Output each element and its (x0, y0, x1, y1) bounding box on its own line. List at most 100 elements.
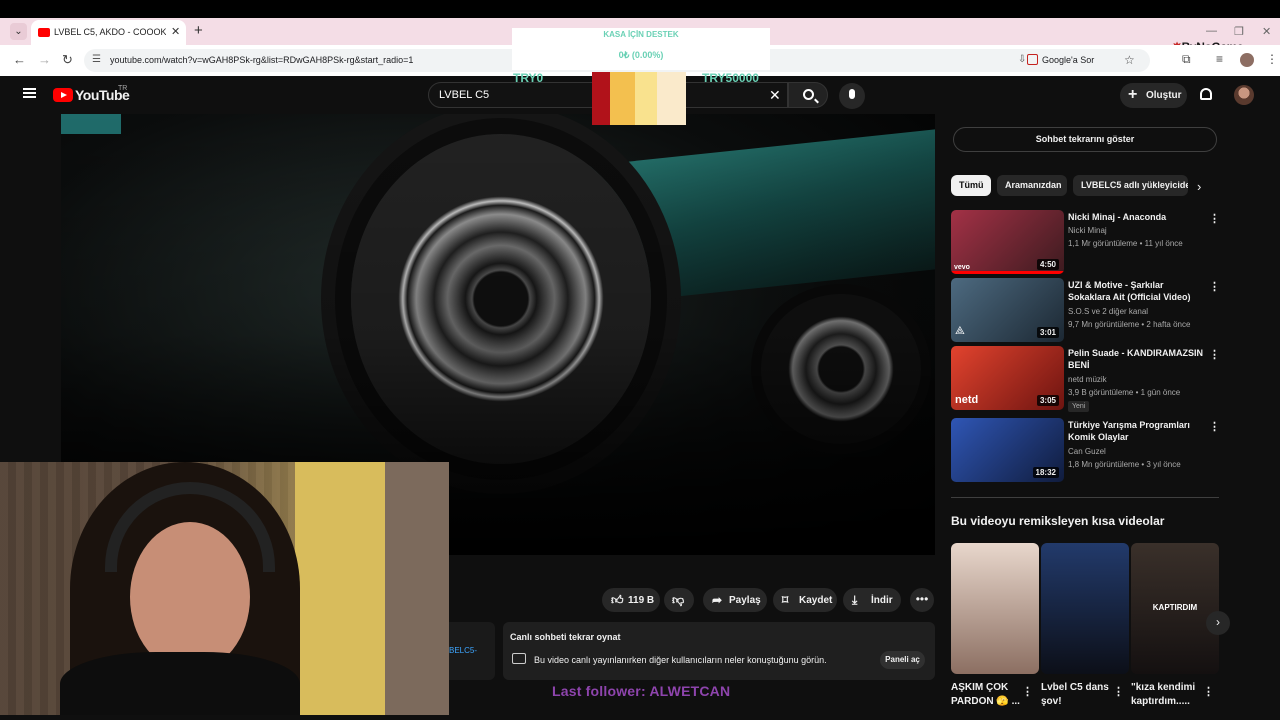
video-options-icon[interactable]: ⋮ (1209, 280, 1220, 293)
short-title-2[interactable]: Lvbel C5 dans şov! (1041, 681, 1113, 709)
account-avatar[interactable] (1234, 85, 1254, 105)
chat-replay-title: Canlı sohbeti tekrar oynat (510, 632, 621, 642)
thumbs-up-icon: 👍︎ (611, 593, 624, 607)
tab-search-dropdown-icon[interactable]: ⌄ (10, 23, 27, 40)
chips-next-chevron-icon[interactable]: › (1197, 179, 1201, 194)
notifications-bell-icon[interactable] (1200, 88, 1212, 100)
browser-menu-icon[interactable]: ⋮ (1266, 52, 1278, 66)
shorts-next-chevron-icon[interactable]: › (1206, 611, 1230, 635)
short-thumbnail-3[interactable]: KAPTIRDIM (1131, 543, 1219, 674)
voice-search-mic-icon[interactable] (839, 83, 865, 109)
related-video-2[interactable]: 3:01 ⟁ UZI & Motive - Şarkılar Sokaklara… (951, 278, 1221, 342)
description-stub[interactable]: BELC5- (449, 622, 495, 680)
short-options-icon[interactable]: ⋮ (1022, 685, 1033, 698)
open-panel-button[interactable]: Paneli aç (880, 651, 925, 669)
video-thumbnail[interactable]: 3:01 ⟁ (951, 278, 1064, 342)
extensions-puzzle-icon[interactable]: ⧉ (1182, 52, 1191, 67)
active-tab[interactable]: LVBEL C5, AKDO - COOOK PARDON ✕ (31, 20, 186, 45)
donation-goal-panel: KASA İÇİN DESTEK 0₺ (0.00%) (512, 28, 770, 70)
download-button[interactable]: ⤓ İndir (843, 588, 901, 612)
tab-close-icon[interactable]: ✕ (171, 25, 180, 38)
short-options-icon[interactable]: ⋮ (1113, 685, 1124, 698)
like-button[interactable]: 👍︎ 119 B (602, 588, 660, 612)
webcam-overlay (0, 462, 449, 715)
channel-name[interactable]: netd müzik (1068, 375, 1107, 384)
thumbnail-badge: vevo (954, 264, 970, 271)
search-query[interactable]: LVBEL C5 (439, 89, 489, 101)
thumbs-down-icon: 👎︎ (672, 593, 685, 607)
reload-icon[interactable]: ↻ (62, 52, 73, 68)
clear-search-icon[interactable]: ✕ (769, 87, 781, 104)
sidebar-divider (951, 497, 1219, 498)
back-arrow-icon[interactable]: ← (13, 52, 26, 67)
video-meta: 3,9 B görüntüleme • 1 gün önce (1068, 388, 1181, 397)
channel-name[interactable]: S.O.S ve 2 diğer kanal (1068, 307, 1148, 316)
video-thumbnail[interactable]: 18:32 (951, 418, 1064, 482)
video-options-icon[interactable]: ⋮ (1209, 348, 1220, 361)
restore-icon[interactable]: ❐ (1234, 25, 1244, 38)
download-icon: ⤓ (852, 593, 858, 607)
channel-name[interactable]: Nicki Minaj (1068, 226, 1107, 235)
tab-title: LVBEL C5, AKDO - COOOK PARDON (54, 27, 166, 37)
search-icon (803, 89, 814, 100)
short-title-3[interactable]: "kıza kendimi kaptırdım..... (1131, 681, 1203, 709)
url-text[interactable]: youtube.com/watch?v=wGAH8PSk-rg&list=RDw… (110, 55, 413, 65)
webcam-closet (385, 462, 449, 715)
region-code: TR (118, 85, 128, 92)
chat-replay-box: Canlı sohbeti tekrar oynat Bu video canl… (503, 622, 935, 680)
video-title[interactable]: Türkiye Yarışma Programları Komik Olayla… (1068, 419, 1208, 443)
save-label: Kaydet (799, 595, 833, 606)
video-title[interactable]: Pelin Suade - KANDIRAMAZSIN BENİ (1068, 347, 1208, 371)
video-title[interactable]: Nicki Minaj - Anaconda (1068, 211, 1208, 223)
youtube-logo-icon[interactable] (53, 88, 73, 102)
webcam-door (295, 462, 385, 715)
show-chat-replay-button[interactable]: Sohbet tekrarını göster (953, 127, 1217, 152)
forward-arrow-icon[interactable]: → (38, 52, 51, 67)
new-tab-plus-icon[interactable]: + (194, 22, 203, 39)
donation-progress: 0₺ (0.00%) (618, 50, 664, 60)
bookmark-star-icon[interactable]: ☆ (1124, 53, 1135, 67)
overlay-color-stripe-3 (635, 72, 657, 125)
share-arrow-icon: ➦ (712, 593, 723, 607)
channel-name[interactable]: Can Guzel (1068, 447, 1106, 456)
video-options-icon[interactable]: ⋮ (1209, 420, 1220, 433)
chip-all[interactable]: Tümü (951, 175, 991, 196)
google-lens-icon (1027, 54, 1038, 65)
tab-search-icon[interactable]: ≡ (1216, 52, 1223, 66)
chip-from-uploader[interactable]: LVBELC5 adlı yükleyiciden (1073, 175, 1188, 196)
chat-replay-text: Bu video canlı yayınlanırken diğer kulla… (534, 655, 827, 665)
youtube-favicon-icon (38, 28, 50, 37)
video-options-icon[interactable]: ⋮ (1209, 212, 1220, 225)
short-thumbnail-1[interactable] (951, 543, 1039, 674)
minimize-icon[interactable]: — (1206, 25, 1217, 37)
install-app-icon[interactable]: ⇩ (1018, 54, 1026, 65)
hamburger-menu-icon[interactable] (23, 88, 36, 98)
short-title-1[interactable]: AŞKIM ÇOK PARDON 🫣 ... (951, 681, 1023, 709)
save-button[interactable]: ⌑ Kaydet (773, 588, 837, 612)
related-video-4[interactable]: 18:32 Türkiye Yarışma Programları Komik … (951, 418, 1221, 482)
screen-top-bar (0, 0, 1280, 18)
related-video-3[interactable]: 3:05 netd Pelin Suade - KANDIRAMAZSIN BE… (951, 346, 1221, 412)
window-close-icon[interactable]: ✕ (1262, 25, 1271, 38)
site-info-icon[interactable]: ☰ (92, 54, 101, 65)
create-button[interactable]: + Oluştur (1120, 83, 1187, 108)
share-button[interactable]: ➦ Paylaş (703, 588, 767, 612)
more-actions-icon[interactable]: ••• (910, 588, 934, 612)
overlay-color-stripe-2 (610, 72, 635, 125)
video-title[interactable]: UZI & Motive - Şarkılar Sokaklara Ait (O… (1068, 279, 1208, 303)
chip-from-search[interactable]: Aramanızdan (997, 175, 1067, 196)
description-stub-link[interactable]: BELC5- (449, 646, 477, 655)
short-thumbnail-2[interactable] (1041, 543, 1129, 674)
video-duration: 18:32 (1032, 467, 1059, 478)
video-meta: 1,8 Mn görüntüleme • 3 yıl önce (1068, 460, 1181, 469)
google-ask-button[interactable]: Google'a Sor (1042, 55, 1094, 65)
related-video-1[interactable]: 4:50 vevo Nicki Minaj - Anaconda Nicki M… (951, 210, 1221, 274)
streamer-body (60, 652, 300, 715)
search-button[interactable] (788, 82, 828, 108)
browser-profile-avatar[interactable] (1240, 53, 1254, 67)
video-thumbnail[interactable]: 3:05 netd (951, 346, 1064, 410)
video-thumbnail[interactable]: 4:50 vevo (951, 210, 1064, 274)
short-options-icon[interactable]: ⋮ (1203, 685, 1214, 698)
overlay-color-stripe-4 (657, 72, 686, 125)
dislike-button[interactable]: 👎︎ (664, 588, 694, 612)
